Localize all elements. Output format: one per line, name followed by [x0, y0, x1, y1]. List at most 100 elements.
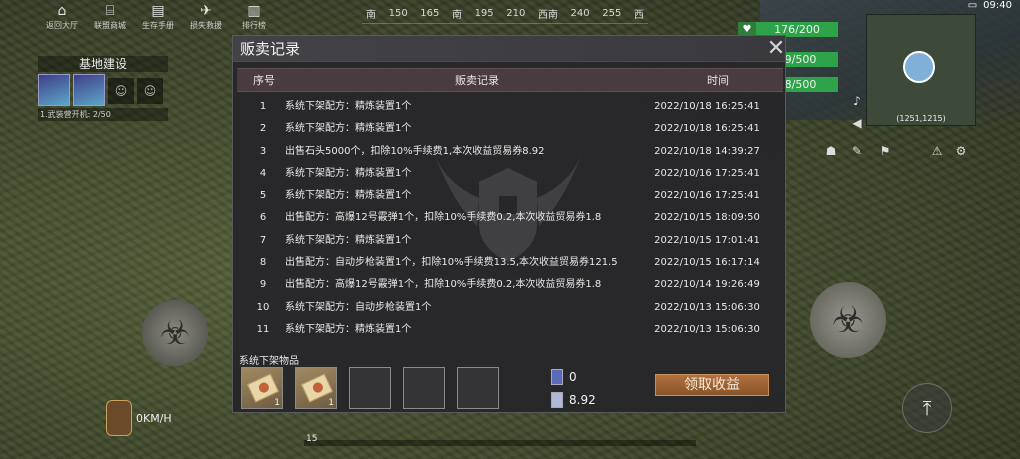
currency-row: 0: [551, 369, 577, 385]
nav-label: 损失救援: [190, 21, 222, 30]
row-record: 系统下架配方：精炼装置1个: [285, 190, 412, 202]
table-row: 7 系统下架配方：精炼装置1个 2022/10/15 17:01:41: [237, 230, 783, 252]
item-slot-empty[interactable]: [457, 367, 499, 409]
row-time: 2022/10/16 17:25:41: [654, 167, 760, 179]
microphone-icon[interactable]: ♪: [848, 92, 866, 110]
item-slot[interactable]: 1: [295, 367, 337, 409]
column-record: 贩卖记录: [455, 74, 499, 87]
row-time: 2022/10/15 18:09:50: [654, 212, 760, 224]
biohazard-icon: ☣: [831, 299, 865, 341]
row-record: 出售石头5000个，扣除10%手续费1,本次收益贸易券8.92: [285, 145, 545, 157]
trade-ticket-icon: [551, 392, 563, 408]
minimap-coordinates: (1251,1215): [896, 114, 946, 123]
nav-shop-button[interactable]: ⌸ 联盟商城: [86, 2, 134, 36]
claim-earnings-button[interactable]: 领取收益: [655, 374, 769, 396]
table-row: 4 系统下架配方：精炼装置1个 2022/10/16 17:25:41: [237, 163, 783, 185]
battery-icon: ▭: [967, 0, 978, 11]
warning-icon[interactable]: ⚠: [928, 142, 946, 160]
row-record: 系统下架配方：精炼装置1个: [285, 234, 412, 246]
speaker-icon[interactable]: ◀: [848, 114, 866, 132]
compass-mark: 195: [474, 8, 494, 19]
avatar[interactable]: [73, 74, 105, 106]
item-slot-empty[interactable]: [403, 367, 445, 409]
compass-mark: 255: [602, 8, 622, 19]
row-index: 1: [259, 101, 267, 112]
plane-icon: ✈: [200, 3, 212, 19]
row-index: 7: [259, 234, 267, 246]
jump-icon: ⤒: [922, 396, 932, 420]
home-icon: ⌂: [57, 3, 67, 19]
row-time: 2022/10/14 19:26:49: [654, 279, 760, 291]
compass-mark: 南: [451, 10, 462, 21]
record-list[interactable]: 1 系统下架配方：精炼装置1个 2022/10/18 16:25:41 2 系统…: [237, 96, 783, 342]
nav-manual-button[interactable]: ▤ 生存手册: [134, 2, 182, 36]
row-time: 2022/10/15 16:17:14: [654, 257, 760, 269]
row-time: 2022/10/13 15:06:30: [654, 301, 760, 313]
close-button[interactable]: ✕: [765, 38, 787, 61]
clock: 09:40: [983, 0, 1012, 11]
fire-button[interactable]: ☣: [810, 282, 886, 358]
player-marker: [903, 51, 935, 83]
base-task: 1.武装营开机: 2/50: [38, 108, 168, 121]
tool-icon[interactable]: ✎: [848, 142, 866, 160]
biohazard-icon: ☣: [159, 313, 191, 353]
base-title: 基地建设: [38, 56, 168, 72]
table-row: 3 出售石头5000个，扣除10%手续费1,本次收益贸易券8.92 2022/1…: [237, 141, 783, 163]
compass-mark: 240: [570, 8, 590, 19]
empty-member-icon[interactable]: ☺: [108, 78, 134, 104]
item-slot-empty[interactable]: [349, 367, 391, 409]
row-index: 6: [259, 212, 267, 224]
nav-label: 返回大厅: [46, 21, 78, 30]
movement-joystick[interactable]: ☣: [142, 300, 208, 366]
table-row: 8 出售配方：自动步枪装置1个，扣除10%手续费13.5,本次收益贸易券121.…: [237, 252, 783, 274]
compass-strip: 南 150 165 南 195 210 西南 240 255 西: [362, 4, 648, 24]
row-record: 系统下架配方：精炼装置1个: [285, 101, 412, 112]
table-row: 1 系统下架配方：精炼装置1个 2022/10/18 16:25:41: [237, 96, 783, 118]
dialog-header: 贩卖记录: [233, 36, 785, 62]
nav-ranking-button[interactable]: ▥ 排行榜: [230, 2, 278, 36]
empty-member-icon[interactable]: ☺: [137, 78, 163, 104]
row-index: 4: [259, 167, 267, 179]
row-index: 3: [259, 145, 267, 157]
row-index: 10: [256, 301, 270, 313]
nav-lobby-button[interactable]: ⌂ 返回大厅: [38, 2, 86, 36]
delisted-items: 1 1: [241, 367, 499, 409]
compass-mark: 西: [633, 10, 644, 21]
table-row: 2 系统下架配方：精炼装置1个 2022/10/18 16:25:41: [237, 118, 783, 140]
table-row: 11 系统下架配方：精炼装置1个 2022/10/13 15:06:30: [237, 319, 783, 341]
base-building-panel: 基地建设 ☺ ☺ 1.武装营开机: 2/50: [38, 56, 168, 121]
item-slot[interactable]: 1: [241, 367, 283, 409]
row-index: 11: [256, 323, 270, 335]
table-row: 9 出售配方：高爆12号霰弹1个，扣除10%手续费0.2,本次收益贸易券1.8 …: [237, 274, 783, 296]
shop-icon: ⌸: [105, 3, 115, 19]
jump-button[interactable]: ⤒: [902, 383, 952, 433]
book-icon: ▤: [151, 3, 165, 19]
mask-icon[interactable]: ☗: [822, 142, 840, 160]
row-record: 出售配方：高爆12号霰弹1个，扣除10%手续费0.2,本次收益贸易券1.8: [285, 279, 602, 291]
row-index: 5: [259, 190, 267, 202]
delisted-items-label: 系统下架物品: [239, 356, 299, 367]
avatar[interactable]: [38, 74, 70, 106]
player-level: 15: [306, 434, 318, 444]
row-time: 2022/10/13 15:06:30: [654, 323, 760, 335]
nav-rescue-button[interactable]: ✈ 损失救援: [182, 2, 230, 36]
nav-label: 排行榜: [242, 21, 266, 30]
row-index: 9: [259, 279, 267, 291]
row-time: 2022/10/18 14:39:27: [654, 145, 760, 157]
row-time: 2022/10/18 16:25:41: [654, 123, 760, 135]
row-time: 2022/10/16 17:25:41: [654, 190, 760, 202]
compass-mark: 165: [420, 8, 440, 19]
row-index: 2: [259, 123, 267, 135]
speed-value: 0KM/H: [136, 411, 172, 425]
dialog-title: 贩卖记录: [240, 40, 301, 58]
item-count: 1: [328, 398, 334, 408]
table-header: 序号 贩卖记录 时间: [237, 68, 783, 92]
settings-icon[interactable]: ⚙: [952, 142, 970, 160]
nav-label: 联盟商城: [94, 21, 126, 30]
minimap[interactable]: (1251,1215): [866, 14, 976, 126]
flag-icon[interactable]: ⚑: [876, 142, 894, 160]
ranking-icon: ▥: [247, 3, 261, 19]
nav-label: 生存手册: [142, 21, 174, 30]
vehicle-speed: 0KM/H: [106, 400, 172, 436]
row-time: 2022/10/15 17:01:41: [654, 234, 760, 246]
